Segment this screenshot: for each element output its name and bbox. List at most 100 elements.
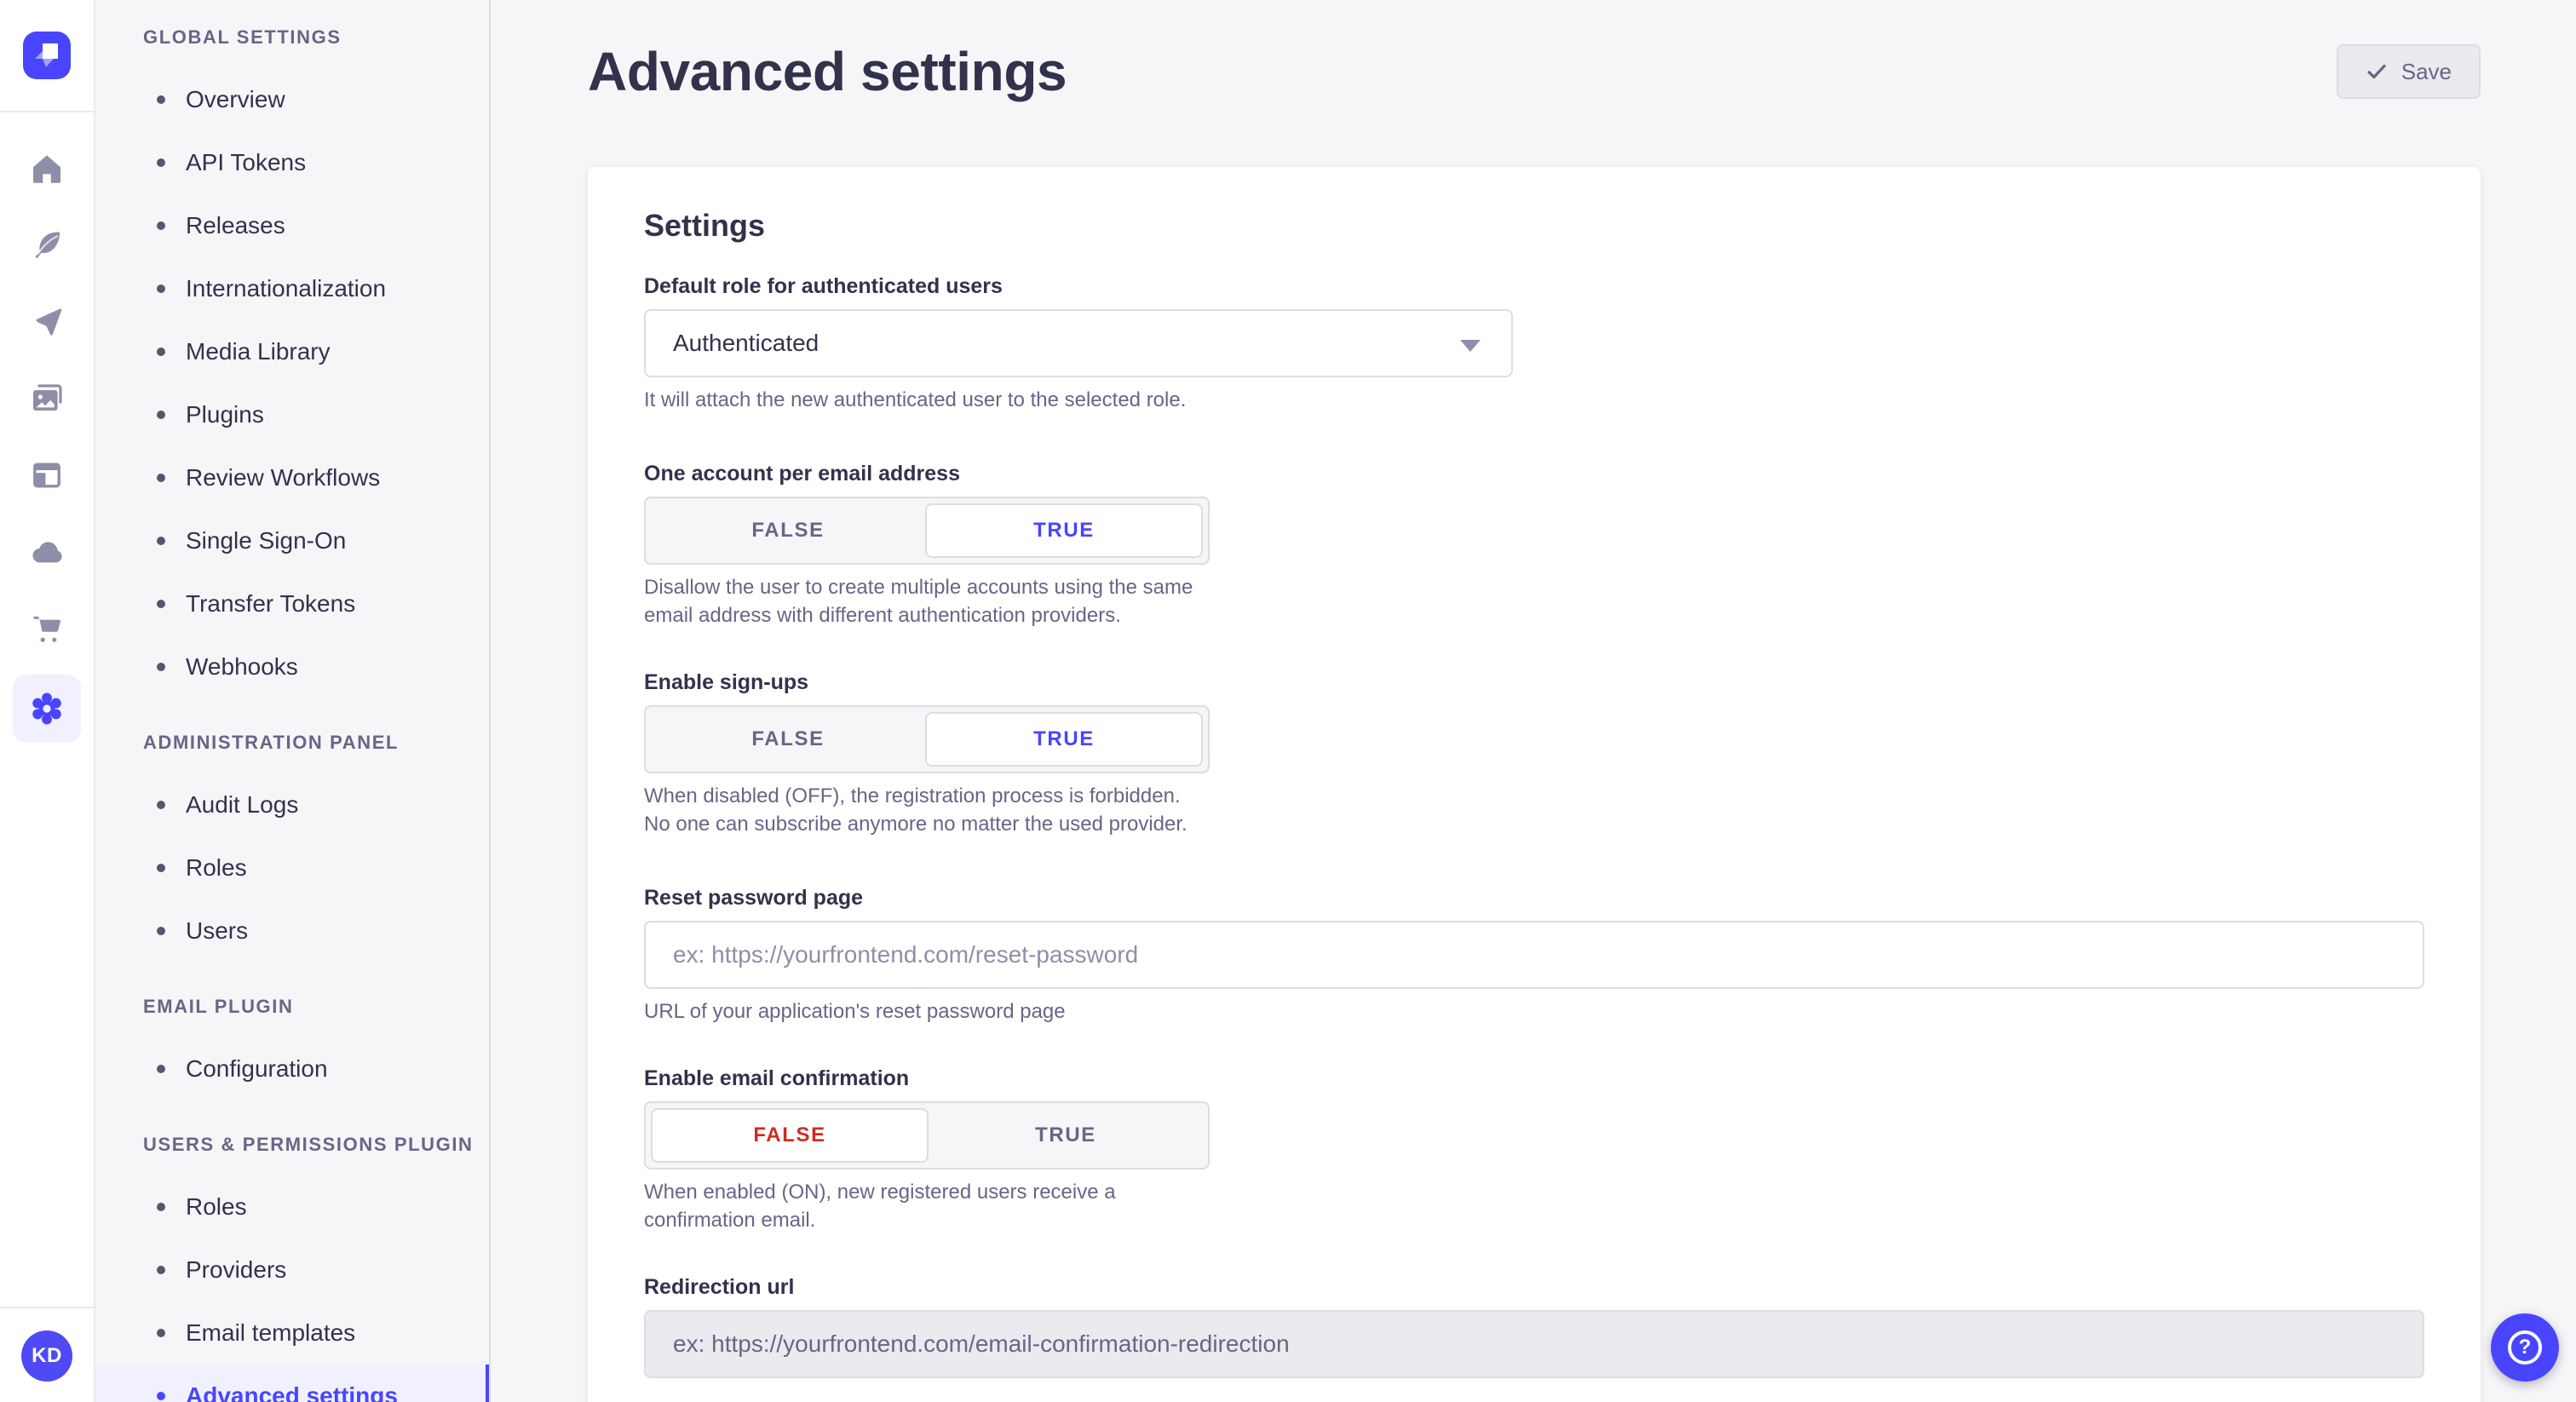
sidebar-section-global-settings: Global Settings Overview API Tokens Rele… [95, 14, 489, 698]
sidebar-item-internationalization[interactable]: Internationalization [95, 257, 489, 320]
enable-sign-ups-option-false[interactable]: FALSE [651, 712, 925, 767]
sidebar-item-review-workflows[interactable]: Review Workflows [95, 446, 489, 509]
strapi-logo[interactable] [23, 32, 71, 79]
sidebar-item-api-tokens[interactable]: API Tokens [95, 131, 489, 194]
sidebar-item-email-configuration[interactable]: Configuration [95, 1037, 489, 1100]
app-window: KD Global Settings Overview API Tokens R… [0, 0, 2576, 1402]
field-redirection-url: Redirection url [644, 1275, 2424, 1378]
sidebar-item-label: Audit Logs [186, 791, 298, 819]
bullet-icon [157, 474, 165, 482]
sidebar-item-transfer-tokens[interactable]: Transfer Tokens [95, 572, 489, 635]
email-confirmation-hint: When enabled (ON), new registered users … [644, 1178, 1210, 1234]
sidebar-item-email-templates[interactable]: Email templates [95, 1301, 489, 1365]
sidebar-item-releases[interactable]: Releases [95, 194, 489, 257]
sidebar-item-label: Email templates [186, 1319, 355, 1347]
field-default-role: Default role for authenticated users Aut… [644, 274, 2424, 414]
sidebar-item-label: Plugins [186, 401, 264, 428]
bullet-icon [157, 158, 165, 167]
sidebar-section-title: Users & Permissions plugin [95, 1121, 489, 1169]
default-role-selected-value: Authenticated [673, 330, 819, 357]
sidebar-item-label: Overview [186, 86, 285, 113]
save-button[interactable]: Save [2337, 44, 2481, 99]
rail-icon-list [13, 152, 81, 743]
sidebar-section-email-plugin: Email Plugin Configuration [95, 983, 489, 1100]
reset-password-hint: URL of your application's reset password… [644, 997, 2424, 1026]
sidebar-item-up-roles[interactable]: Roles [95, 1175, 489, 1238]
bullet-icon [157, 864, 165, 872]
layout-icon[interactable] [30, 458, 64, 492]
settings-gear-icon[interactable] [13, 675, 81, 743]
sidebar-item-overview[interactable]: Overview [95, 68, 489, 131]
page-title: Advanced settings [588, 40, 1067, 103]
bullet-icon [157, 600, 165, 608]
cloud-icon[interactable] [30, 535, 64, 569]
bullet-icon [157, 927, 165, 935]
sidebar-item-webhooks[interactable]: Webhooks [95, 635, 489, 698]
question-mark-icon: ? [2508, 1330, 2542, 1365]
sidebar-item-label: Releases [186, 212, 285, 239]
sidebar-section-title: Global Settings [95, 14, 489, 61]
bullet-icon [157, 537, 165, 545]
bullet-icon [157, 1266, 165, 1274]
cart-icon[interactable] [30, 612, 64, 646]
sidebar-item-label: API Tokens [186, 149, 306, 176]
sidebar-item-label: Roles [186, 854, 247, 882]
sidebar-item-providers[interactable]: Providers [95, 1238, 489, 1301]
bullet-icon [157, 411, 165, 419]
settings-sidebar: Global Settings Overview API Tokens Rele… [95, 0, 491, 1402]
bullet-icon [157, 1329, 165, 1337]
sidebar-item-label: Review Workflows [186, 464, 380, 491]
media-library-icon[interactable] [30, 382, 64, 416]
sidebar-item-single-sign-on[interactable]: Single Sign-On [95, 509, 489, 572]
sidebar-item-advanced-settings[interactable]: Advanced settings [95, 1365, 489, 1402]
enable-sign-ups-option-true[interactable]: TRUE [925, 712, 1203, 767]
email-confirmation-option-true[interactable]: TRUE [929, 1108, 1203, 1163]
one-account-option-false[interactable]: FALSE [651, 503, 925, 558]
feather-icon[interactable] [30, 228, 64, 262]
bullet-icon [157, 284, 165, 293]
sidebar-item-audit-logs[interactable]: Audit Logs [95, 773, 489, 836]
email-confirmation-option-false[interactable]: FALSE [651, 1108, 929, 1163]
reset-password-input[interactable] [644, 921, 2424, 989]
home-icon[interactable] [30, 152, 64, 186]
bullet-icon [157, 663, 165, 671]
redirection-url-input [644, 1310, 2424, 1378]
sidebar-item-admin-users[interactable]: Users [95, 899, 489, 962]
bullet-icon [157, 1065, 165, 1073]
sidebar-section-title: Administration Panel [95, 719, 489, 767]
sidebar-item-label: Users [186, 917, 248, 945]
one-account-label: One account per email address [644, 462, 2424, 486]
sidebar-item-label: Advanced settings [186, 1382, 398, 1402]
sidebar-item-label: Single Sign-On [186, 527, 346, 554]
settings-card: Settings Default role for authenticated … [588, 167, 2481, 1402]
enable-sign-ups-label: Enable sign-ups [644, 670, 2424, 695]
sidebar-item-label: Roles [186, 1193, 247, 1221]
paper-plane-icon[interactable] [30, 305, 64, 339]
bullet-icon [157, 95, 165, 104]
default-role-select[interactable]: Authenticated [644, 309, 1513, 377]
user-avatar[interactable]: KD [21, 1330, 72, 1382]
main-content: Advanced settings Save Settings Default … [491, 0, 2576, 1402]
field-reset-password-page: Reset password page URL of your applicat… [644, 886, 2424, 1026]
sidebar-section-users-permissions-plugin: Users & Permissions plugin Roles Provide… [95, 1121, 489, 1402]
one-account-toggle: FALSE TRUE [644, 497, 1210, 565]
sidebar-item-label: Webhooks [186, 653, 298, 681]
sidebar-section-title: Email Plugin [95, 983, 489, 1031]
bullet-icon [157, 1203, 165, 1211]
page-header: Advanced settings Save [588, 34, 2481, 109]
rail-footer: KD [0, 1307, 94, 1402]
chevron-down-icon [1460, 340, 1481, 352]
settings-section-title: Settings [644, 208, 2424, 244]
sidebar-item-plugins[interactable]: Plugins [95, 383, 489, 446]
sidebar-section-administration-panel: Administration Panel Audit Logs Roles Us… [95, 719, 489, 962]
enable-sign-ups-hint: When disabled (OFF), the registration pr… [644, 782, 1210, 838]
sidebar-item-admin-roles[interactable]: Roles [95, 836, 489, 899]
one-account-option-true[interactable]: TRUE [925, 503, 1203, 558]
one-account-hint: Disallow the user to create multiple acc… [644, 573, 1210, 629]
check-icon [2366, 60, 2388, 83]
sidebar-item-media-library[interactable]: Media Library [95, 320, 489, 383]
field-one-account-per-email: One account per email address FALSE TRUE… [644, 462, 2424, 629]
help-button[interactable]: ? [2491, 1313, 2559, 1382]
sidebar-item-label: Transfer Tokens [186, 590, 355, 618]
nav-rail: KD [0, 0, 95, 1402]
